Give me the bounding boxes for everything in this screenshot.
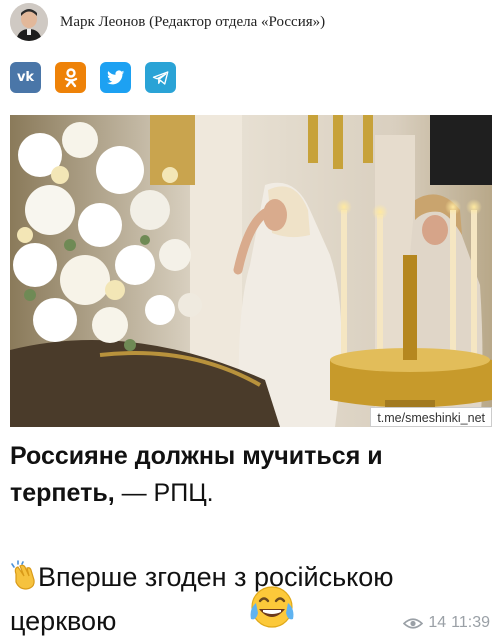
headline-rest: — РПЦ.: [114, 479, 214, 507]
comment-text: Вперше згоден з російською церквою: [10, 562, 394, 636]
vk-share-button[interactable]: vk: [10, 62, 41, 93]
tears-of-joy-icon: [248, 585, 296, 636]
article-headline[interactable]: Россияне должны мучиться и терпеть, — РП…: [10, 438, 490, 512]
telegram-share-button[interactable]: [145, 62, 176, 93]
vk-icon: vk: [16, 70, 35, 85]
author-name[interactable]: Марк Леонов (Редактор отдела «Россия»): [60, 14, 325, 31]
timestamp: 11:39: [451, 614, 490, 631]
article-author: Марк Леонов (Редактор отдела «Россия»): [10, 2, 325, 42]
view-count: 14: [428, 614, 447, 631]
clapping-hands-icon: [10, 560, 38, 601]
ok-icon: [64, 67, 77, 87]
twitter-icon: [106, 70, 124, 84]
article-photo[interactable]: t.me/smeshinki_net: [10, 115, 492, 427]
message-meta: 14 11:39: [403, 614, 490, 632]
eye-icon: [403, 617, 424, 629]
watermark: t.me/smeshinki_net: [370, 407, 492, 427]
church-photo: [10, 115, 492, 427]
ok-share-button[interactable]: [55, 62, 86, 93]
telegram-icon: [152, 70, 168, 85]
twitter-share-button[interactable]: [100, 62, 131, 93]
avatar: [10, 3, 48, 41]
share-buttons: vk: [10, 62, 176, 93]
